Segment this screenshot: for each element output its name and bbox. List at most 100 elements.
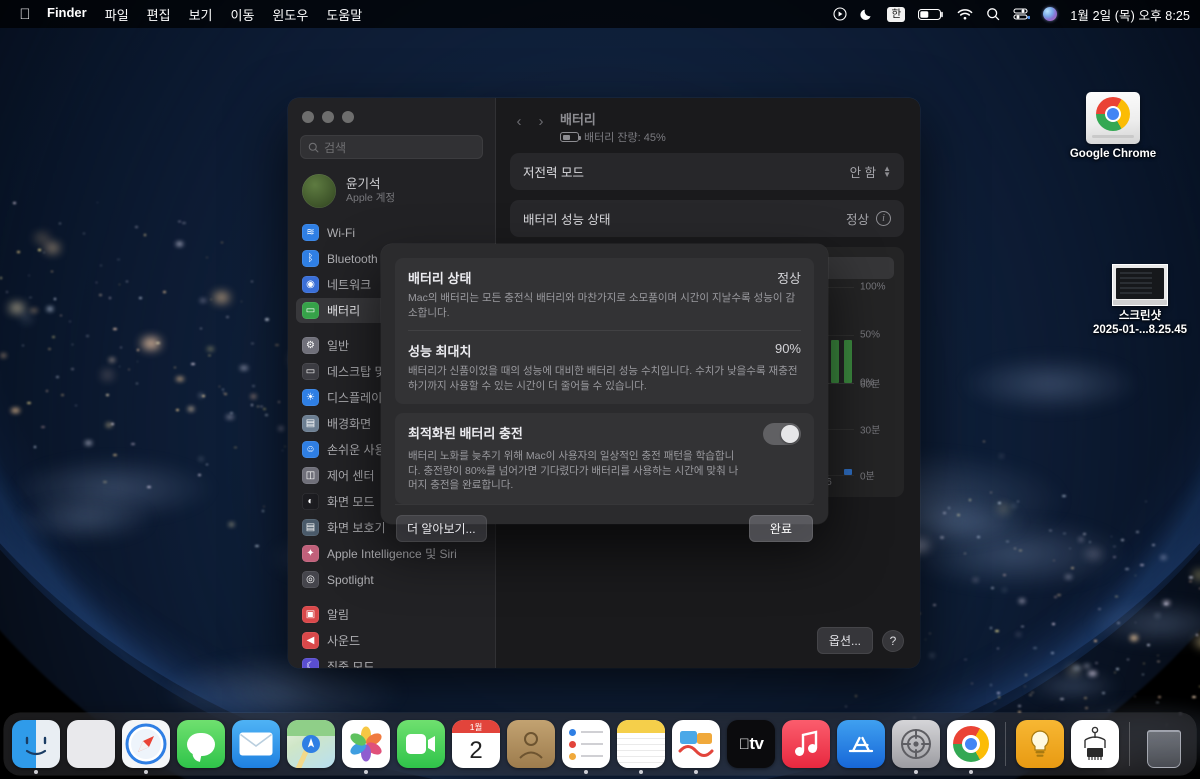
forward-button[interactable]: › <box>532 112 550 132</box>
minimize-button[interactable] <box>322 111 334 123</box>
zoom-button[interactable] <box>342 111 354 123</box>
bluetooth-icon: ᛒ <box>302 250 319 267</box>
learn-more-button[interactable]: 더 알아보기... <box>396 514 487 542</box>
chevron-updown-icon[interactable]: ▲ ▼ <box>883 164 891 178</box>
battery-icon <box>560 132 581 142</box>
dock-item-apple-tv[interactable]: tv <box>727 720 775 768</box>
close-button[interactable] <box>302 111 314 123</box>
sidebar-item-label: 손쉬운 사용 <box>327 443 386 457</box>
dock-item-시스템-설정[interactable] <box>892 720 940 774</box>
low-power-value: 안 함 <box>849 166 877 180</box>
dock-item-캘린더[interactable]: 1월 2 <box>452 720 500 768</box>
search-icon[interactable] <box>986 7 1000 21</box>
help-button[interactable]: ? <box>882 629 904 652</box>
screenshot-thumbnail-icon <box>1084 244 1196 306</box>
dock-item-음악[interactable] <box>782 720 830 768</box>
dock-item-trash[interactable] <box>1140 720 1188 768</box>
dock-item-finder[interactable] <box>12 720 60 774</box>
battery-condition-description: Mac의 배터리는 모든 충전식 배터리와 마찬가지로 소모품이며 시간이 지날… <box>408 292 796 319</box>
sidebar-item-사운드[interactable]: ◀ 사운드 <box>296 628 487 653</box>
sheet-divider <box>408 330 801 331</box>
desktop-icon-label: Google Chrome <box>1069 148 1157 160</box>
dock-item-mail[interactable] <box>232 720 280 768</box>
desktop-icon-label-line1: 스크린샷 <box>1118 310 1162 322</box>
network-icon: ◉ <box>302 276 319 293</box>
dock-item-미리-알림[interactable] <box>562 720 610 774</box>
desktop-icon-screenshot[interactable]: 스크린샷 2025-01-...8.25.45 <box>1084 244 1196 337</box>
search-input[interactable]: 검색 <box>300 135 483 159</box>
trash-icon <box>1140 720 1188 768</box>
menu-bar-status-items: 한 1월 2일 (목) 오후 8:25 <box>833 5 1190 24</box>
dock-item-google-chrome[interactable] <box>947 720 995 774</box>
sidebar-item-label: 제어 센터 <box>327 469 375 483</box>
dock-item-메모[interactable] <box>617 720 665 774</box>
dock-item-arduino-ide[interactable] <box>1016 720 1064 768</box>
battery-icon: ▭ <box>302 302 319 319</box>
apple-menu-icon[interactable]:  <box>12 7 38 22</box>
content-footer: 옵션... ? <box>496 627 920 668</box>
siri-icon: ✦ <box>302 545 319 562</box>
dock-item-launchpad[interactable] <box>67 720 115 768</box>
menu-item-1[interactable]: 파일 <box>96 3 138 26</box>
options-button[interactable]: 옵션... <box>816 627 873 654</box>
now-playing-icon[interactable] <box>833 7 847 21</box>
row-battery-health[interactable]: 배터리 성능 상태 정상 i <box>510 200 904 237</box>
menu-bar-clock[interactable]: 1월 2일 (목) 오후 8:25 <box>1070 5 1190 24</box>
chart-bar <box>830 339 839 383</box>
chart-bar <box>843 339 852 383</box>
row-label: 배터리 성능 상태 <box>523 213 611 227</box>
screen-time-y-axis: 60분 30분 0분 <box>854 380 896 483</box>
menu-item-5[interactable]: 윈도우 <box>263 3 317 26</box>
battery-health-sheet[interactable]: 배터리 상태 정상 Mac의 배터리는 모든 충전식 배터리와 마찬가지로 소모… <box>381 244 828 542</box>
do-not-disturb-moon-icon[interactable] <box>860 7 874 21</box>
menu-item-4[interactable]: 이동 <box>222 3 264 26</box>
siri-icon[interactable] <box>1043 7 1058 21</box>
back-button[interactable]: ‹ <box>510 112 528 132</box>
sidebar-item-label: 집중 모드 <box>327 660 375 668</box>
window-traffic-lights <box>288 98 495 123</box>
running-indicator-dot <box>694 770 698 774</box>
sidebar-item-집중-모드[interactable]: ☾ 집중 모드 <box>296 654 487 668</box>
menu-item-2[interactable]: 편집 <box>138 3 180 26</box>
info-icon[interactable]: i <box>876 211 891 226</box>
notifications-icon: ▣ <box>302 606 319 623</box>
dock-item-app-store[interactable] <box>837 720 885 768</box>
row-value[interactable]: 안 함 ▲ ▼ <box>850 162 891 181</box>
sidebar-group-separator <box>296 593 487 602</box>
maximum-capacity-title: 성능 최대치 <box>408 344 472 359</box>
y-axis-tick: 60분 <box>860 379 881 391</box>
sidebar-account-item[interactable]: 윤기석 Apple 계정 <box>288 165 495 218</box>
menu-item-3[interactable]: 보기 <box>180 3 222 26</box>
wifi-icon: ≋ <box>302 224 319 241</box>
wifi-icon[interactable] <box>957 8 973 21</box>
sidebar-item-label: 화면 보호기 <box>327 521 386 535</box>
dock-item-지도[interactable] <box>287 720 335 768</box>
input-source-indicator[interactable]: 한 <box>887 6 906 22</box>
row-low-power-mode[interactable]: 저전력 모드 안 함 ▲ ▼ <box>510 153 904 190</box>
dock-item-safari[interactable] <box>122 720 170 774</box>
sidebar-item-wi-fi[interactable]: ≋ Wi-Fi <box>296 220 487 245</box>
screensaver-icon: ▤ <box>302 519 319 536</box>
dock-item-메시지[interactable] <box>177 720 225 768</box>
running-indicator-dot <box>639 770 643 774</box>
control-center-icon[interactable] <box>1013 7 1031 21</box>
optimized-charging-toggle[interactable] <box>763 423 801 445</box>
menu-item-6[interactable]: 도움말 <box>317 3 371 26</box>
desktop-icon-google-chrome[interactable]: Google Chrome <box>1058 82 1168 161</box>
desktop-dock-icon: ▭ <box>302 363 319 380</box>
dock-item-facetime[interactable] <box>397 720 445 768</box>
dock[interactable]: 1월2 tv <box>4 713 1196 775</box>
sidebar-item-label: 일반 <box>327 339 350 353</box>
optimized-charging-description: 배터리 노화를 늦추기 위해 Mac이 사용자의 일상적인 충전 패턴을 학습합… <box>408 450 739 491</box>
sidebar-item-spotlight[interactable]: ◎ Spotlight <box>296 567 487 592</box>
dock-item-연락처[interactable] <box>507 720 555 768</box>
dock-item-freeform[interactable] <box>672 720 720 774</box>
battery-condition-title: 배터리 상태 <box>408 271 472 286</box>
done-button[interactable]: 완료 <box>748 514 813 542</box>
battery-icon[interactable] <box>918 8 944 21</box>
menu-item-0[interactable]: Finder <box>38 3 96 26</box>
dock-item-사진[interactable] <box>342 720 390 774</box>
sidebar-item-알림[interactable]: ▣ 알림 <box>296 602 487 627</box>
dock-item-fritzing[interactable] <box>1071 720 1119 768</box>
y-axis-tick: 50% <box>860 329 881 341</box>
